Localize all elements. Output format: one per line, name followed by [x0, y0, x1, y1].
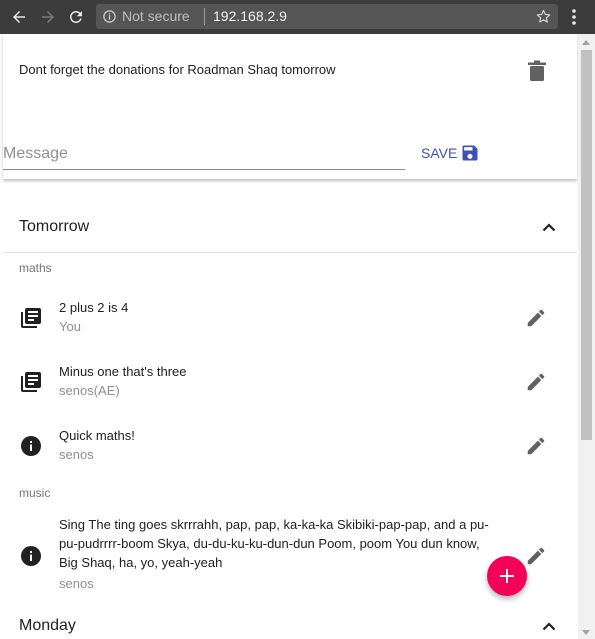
list-item[interactable]: Quick maths! senos	[3, 418, 577, 478]
delete-icon[interactable]	[527, 60, 547, 82]
item-text: 2 plus 2 is 4	[59, 300, 129, 315]
edit-pencil-icon[interactable]	[525, 545, 547, 567]
subject-header-music: music	[19, 486, 51, 500]
browser-toolbar: Not secure 192.168.2.9	[0, 0, 595, 34]
save-button[interactable]: SAVE	[421, 142, 480, 164]
add-button[interactable]	[487, 556, 527, 596]
subject-header-maths: maths	[19, 261, 52, 275]
section-title: Tomorrow	[19, 218, 90, 235]
plus-icon	[500, 569, 514, 583]
section-title: Monday	[19, 617, 76, 634]
item-author: senos(AE)	[59, 383, 120, 398]
edit-pencil-icon[interactable]	[525, 371, 547, 393]
info-circle-icon[interactable]	[102, 9, 117, 24]
scroll-down-arrow-icon[interactable]	[582, 630, 590, 635]
item-author: You	[59, 319, 81, 334]
address-separator	[204, 8, 205, 25]
reload-icon[interactable]	[66, 7, 86, 27]
page-scrollbar[interactable]	[578, 34, 595, 639]
bookmark-star-icon[interactable]	[535, 8, 552, 25]
item-text: Sing The ting goes skrrrahh, pap, pap, k…	[59, 517, 489, 570]
back-arrow-icon[interactable]	[9, 7, 29, 27]
floppy-disk-icon	[462, 145, 478, 161]
info-icon	[21, 546, 41, 566]
kebab-menu-icon[interactable]	[566, 7, 582, 27]
item-text: Quick maths!	[59, 428, 135, 443]
section-header-tomorrow[interactable]: Tomorrow	[3, 204, 577, 250]
edit-pencil-icon[interactable]	[525, 307, 547, 329]
section-divider	[3, 252, 577, 253]
reminder-card: Dont forget the donations for Roadman Sh…	[3, 34, 577, 179]
save-label: SAVE	[421, 145, 458, 161]
note-stack-icon	[21, 308, 41, 328]
item-text: Minus one that's three	[59, 364, 187, 379]
edit-pencil-icon[interactable]	[525, 435, 547, 457]
url-text[interactable]: 192.168.2.9	[213, 8, 287, 25]
info-icon	[21, 436, 41, 456]
security-label: Not secure	[122, 8, 190, 24]
item-author: senos	[59, 447, 94, 462]
chevron-up-icon[interactable]	[542, 222, 556, 232]
address-bar[interactable]: Not secure 192.168.2.9	[96, 4, 558, 29]
scrollbar-thumb[interactable]	[581, 50, 592, 440]
item-author: senos	[59, 576, 94, 591]
chevron-up-icon[interactable]	[542, 621, 556, 631]
note-stack-icon	[21, 372, 41, 392]
section-header-monday[interactable]: Monday	[3, 603, 577, 639]
list-item[interactable]: 2 plus 2 is 4 You	[3, 290, 577, 350]
scroll-up-arrow-icon[interactable]	[582, 40, 590, 45]
message-input[interactable]	[3, 138, 405, 170]
forward-arrow-icon[interactable]	[38, 7, 58, 27]
page-content: Dont forget the donations for Roadman Sh…	[0, 34, 578, 639]
reminder-text: Dont forget the donations for Roadman Sh…	[19, 62, 336, 77]
list-item[interactable]: Minus one that's three senos(AE)	[3, 354, 577, 414]
